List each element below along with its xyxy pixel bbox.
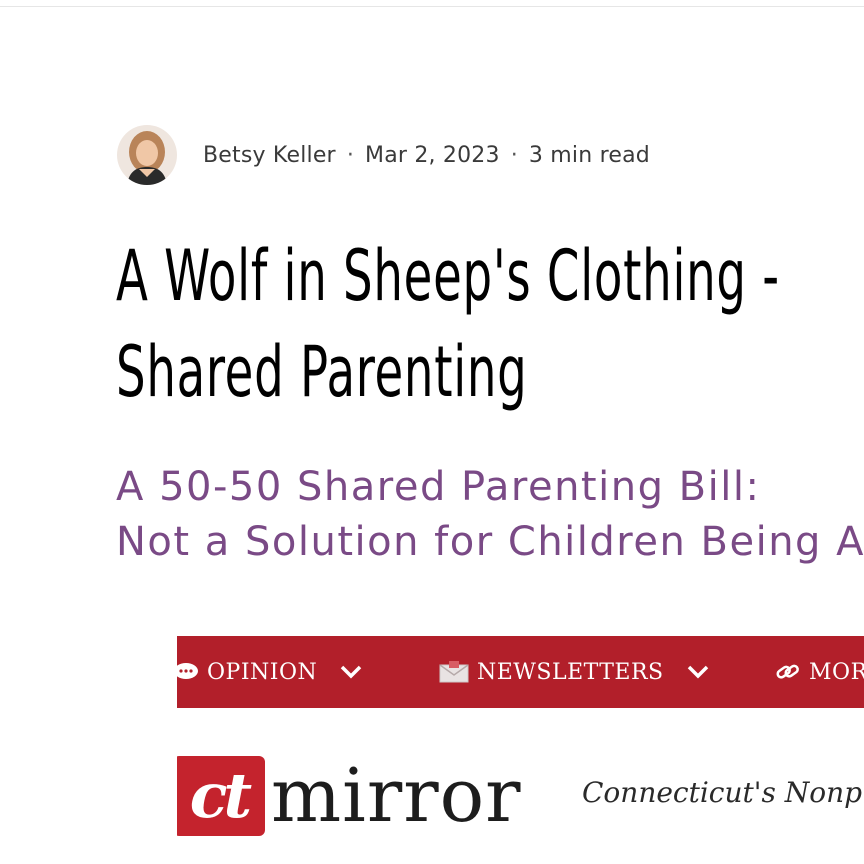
chevron-down-icon xyxy=(686,664,710,680)
post-subtitle: A 50-50 Shared Parenting Bill: Not a Sol… xyxy=(116,460,864,570)
ct-logo-mark-text: ct xyxy=(189,759,252,832)
ctmirror-nav-bar: OPINION NEWSLETTERS MOR xyxy=(177,636,864,708)
ctmirror-logo: ct mirror xyxy=(177,746,522,846)
nav-label-more: MOR xyxy=(809,659,864,685)
post-meta-text: Betsy Keller · Mar 2, 2023 · 3 min read xyxy=(203,143,650,168)
avatar-photo-icon xyxy=(117,125,177,185)
post-subtitle-line-2: Not a Solution for Children Being A xyxy=(116,519,864,565)
nav-item-newsletters: NEWSLETTERS xyxy=(439,636,710,708)
post-subtitle-line-1: A 50-50 Shared Parenting Bill: xyxy=(116,464,761,510)
blog-post-page: Betsy Keller · Mar 2, 2023 · 3 min read A Wo… xyxy=(0,0,864,864)
chevron-down-icon xyxy=(339,664,363,680)
mirror-logo-word: mirror xyxy=(271,753,522,839)
nav-item-opinion: OPINION xyxy=(177,636,363,708)
embedded-screenshot-image[interactable]: OPINION NEWSLETTERS MOR ct mirror Connec… xyxy=(177,636,864,864)
ct-logo-mark: ct xyxy=(177,756,265,836)
post-date: Mar 2, 2023 xyxy=(365,142,500,168)
speech-bubble-icon xyxy=(177,663,199,681)
meta-separator: · xyxy=(510,142,518,168)
read-time: 3 min read xyxy=(528,142,650,168)
meta-separator: · xyxy=(346,142,355,168)
nav-item-more: MOR xyxy=(775,636,864,708)
author-name[interactable]: Betsy Keller xyxy=(203,143,336,168)
author-avatar[interactable] xyxy=(117,125,177,185)
post-title: A Wolf in Sheep's Clothing - Shared Pare… xyxy=(116,228,780,420)
nav-label-newsletters: NEWSLETTERS xyxy=(477,659,664,685)
ctmirror-tagline: Connecticut's Nonprof xyxy=(582,776,864,809)
nav-label-opinion: OPINION xyxy=(207,659,318,685)
post-title-line-2: Shared Parenting xyxy=(116,331,528,413)
top-divider xyxy=(0,0,864,7)
post-meta: Betsy Keller · Mar 2, 2023 · 3 min read xyxy=(117,122,650,188)
envelope-icon xyxy=(439,661,469,683)
post-title-line-1: A Wolf in Sheep's Clothing - xyxy=(116,235,780,317)
link-icon xyxy=(775,661,801,683)
